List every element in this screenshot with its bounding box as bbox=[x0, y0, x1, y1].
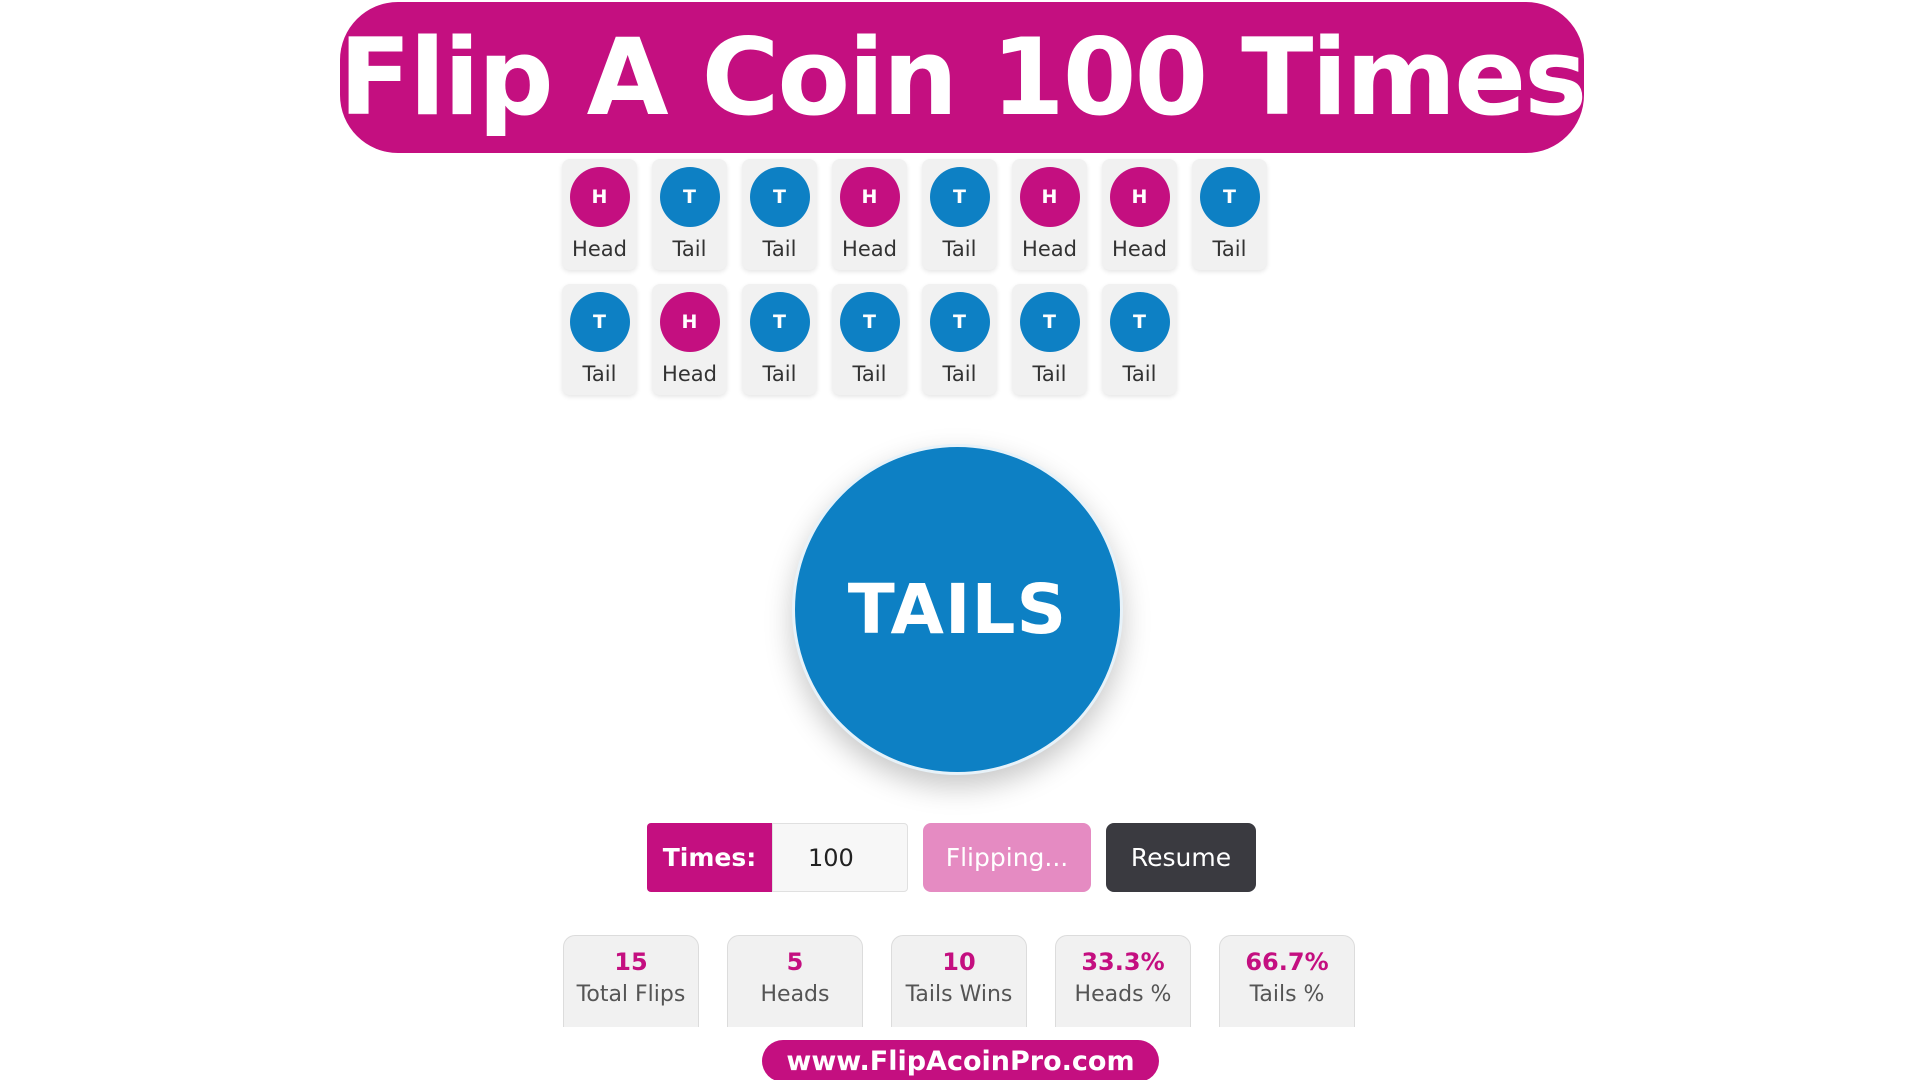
flip-history-item: H Head bbox=[652, 284, 727, 395]
head-coin-icon: H bbox=[659, 292, 720, 352]
head-coin-icon: H bbox=[839, 167, 900, 227]
stat-card: 5 Heads bbox=[727, 935, 863, 1027]
tail-coin-icon: T bbox=[569, 292, 630, 352]
stat-label: Tails % bbox=[1249, 982, 1325, 1007]
stat-value: 10 bbox=[942, 948, 976, 976]
times-input[interactable] bbox=[772, 823, 908, 892]
flipping-button[interactable]: Flipping... bbox=[923, 823, 1091, 892]
stat-label: Tails Wins bbox=[905, 982, 1013, 1007]
tail-coin-icon: T bbox=[659, 167, 720, 227]
flip-history-item: T Tail bbox=[652, 159, 727, 270]
flip-history-label: Tail bbox=[1212, 237, 1247, 261]
flip-history-label: Tail bbox=[852, 362, 887, 386]
flip-history-item: T Tail bbox=[922, 159, 997, 270]
flip-history-label: Head bbox=[1112, 237, 1167, 261]
tail-coin-icon: T bbox=[839, 292, 900, 352]
flip-history-label: Tail bbox=[672, 237, 707, 261]
result-coin-label: TAILS bbox=[847, 569, 1068, 650]
flip-history-label: Head bbox=[842, 237, 897, 261]
stat-card: 33.3% Heads % bbox=[1055, 935, 1191, 1027]
stat-value: 5 bbox=[786, 948, 804, 976]
stat-label: Heads % bbox=[1074, 982, 1172, 1007]
head-coin-icon: H bbox=[1019, 167, 1080, 227]
controls: Times: Flipping... Resume bbox=[647, 823, 1256, 892]
flip-history-item: T Tail bbox=[1102, 284, 1177, 395]
title-banner: Flip A Coin 100 Times bbox=[338, 2, 1587, 153]
stat-label: Heads bbox=[760, 982, 830, 1007]
page-title: Flip A Coin 100 Times bbox=[338, 15, 1587, 139]
tail-coin-icon: T bbox=[1019, 292, 1080, 352]
flip-history-label: Tail bbox=[762, 237, 797, 261]
times-label: Times: bbox=[647, 823, 772, 892]
tail-coin-icon: T bbox=[749, 167, 810, 227]
flip-history: H Head T Tail T Tail H Head T Tail H Head H Head T Tail… bbox=[562, 159, 1282, 395]
stat-card: 66.7% Tails % bbox=[1219, 935, 1355, 1027]
head-coin-icon: H bbox=[569, 167, 630, 227]
flip-history-label: Tail bbox=[582, 362, 617, 386]
flip-history-item: T Tail bbox=[1012, 284, 1087, 395]
head-coin-icon: H bbox=[1109, 167, 1170, 227]
flip-history-item: T Tail bbox=[1192, 159, 1267, 270]
flip-history-label: Tail bbox=[942, 237, 977, 261]
stat-label: Total Flips bbox=[576, 982, 686, 1007]
flip-history-label: Tail bbox=[1122, 362, 1157, 386]
stats-panel: 15 Total Flips 5 Heads 10 Tails Wins 33.3% Head… bbox=[563, 935, 1355, 1027]
stat-value: 66.7% bbox=[1245, 948, 1329, 976]
site-url: www.FlipAcoinPro.com bbox=[762, 1040, 1159, 1080]
tail-coin-icon: T bbox=[929, 167, 990, 227]
flip-history-item: T Tail bbox=[742, 284, 817, 395]
flip-history-item: T Tail bbox=[832, 284, 907, 395]
flip-history-item: T Tail bbox=[562, 284, 637, 395]
flip-history-label: Head bbox=[1022, 237, 1077, 261]
flip-history-item: H Head bbox=[1102, 159, 1177, 270]
flip-history-item: H Head bbox=[832, 159, 907, 270]
flip-history-item: T Tail bbox=[922, 284, 997, 395]
flip-history-label: Tail bbox=[1032, 362, 1067, 386]
tail-coin-icon: T bbox=[929, 292, 990, 352]
flip-history-item: T Tail bbox=[742, 159, 817, 270]
resume-button[interactable]: Resume bbox=[1106, 823, 1256, 892]
tail-coin-icon: T bbox=[1109, 292, 1170, 352]
stat-card: 10 Tails Wins bbox=[891, 935, 1027, 1027]
stat-value: 33.3% bbox=[1081, 948, 1165, 976]
stat-value: 15 bbox=[614, 948, 648, 976]
flip-history-item: H Head bbox=[1012, 159, 1087, 270]
flip-history-label: Tail bbox=[942, 362, 977, 386]
flip-history-label: Head bbox=[572, 237, 627, 261]
flip-history-item: H Head bbox=[562, 159, 637, 270]
flip-history-label: Head bbox=[662, 362, 717, 386]
tail-coin-icon: T bbox=[1199, 167, 1260, 227]
page: Flip A Coin 100 Times H Head T Tail T Tail H He… bbox=[0, 0, 1920, 1080]
flip-history-label: Tail bbox=[762, 362, 797, 386]
result-coin[interactable]: TAILS bbox=[792, 444, 1123, 775]
tail-coin-icon: T bbox=[749, 292, 810, 352]
stat-card: 15 Total Flips bbox=[563, 935, 699, 1027]
